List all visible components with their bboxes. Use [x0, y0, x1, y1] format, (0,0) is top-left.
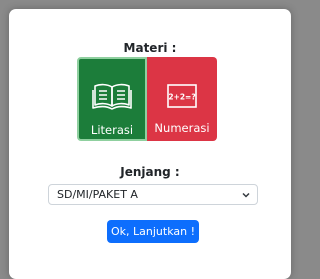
book-icon	[92, 81, 132, 111]
materi-options: Literasi 2+2=? Numerasi	[77, 57, 217, 141]
math-board-icon: 2+2=?	[167, 81, 197, 111]
jenjang-label: Jenjang :	[120, 165, 180, 179]
submit-button[interactable]: Ok, Lanjutkan !	[107, 220, 199, 243]
selection-modal: Materi : Literasi 2+2=? Numerasi Jenjang…	[9, 9, 291, 279]
jenjang-select[interactable]: SD/MI/PAKET A	[48, 184, 258, 205]
chevron-down-icon	[241, 190, 251, 203]
numerasi-label: Numerasi	[154, 121, 210, 135]
jenjang-selected-value: SD/MI/PAKET A	[57, 188, 138, 201]
numerasi-option[interactable]: 2+2=? Numerasi	[147, 57, 217, 141]
math-board-text: 2+2=?	[168, 93, 195, 102]
literasi-option[interactable]: Literasi	[77, 57, 147, 141]
literasi-label: Literasi	[90, 123, 134, 137]
materi-label: Materi :	[123, 41, 177, 55]
